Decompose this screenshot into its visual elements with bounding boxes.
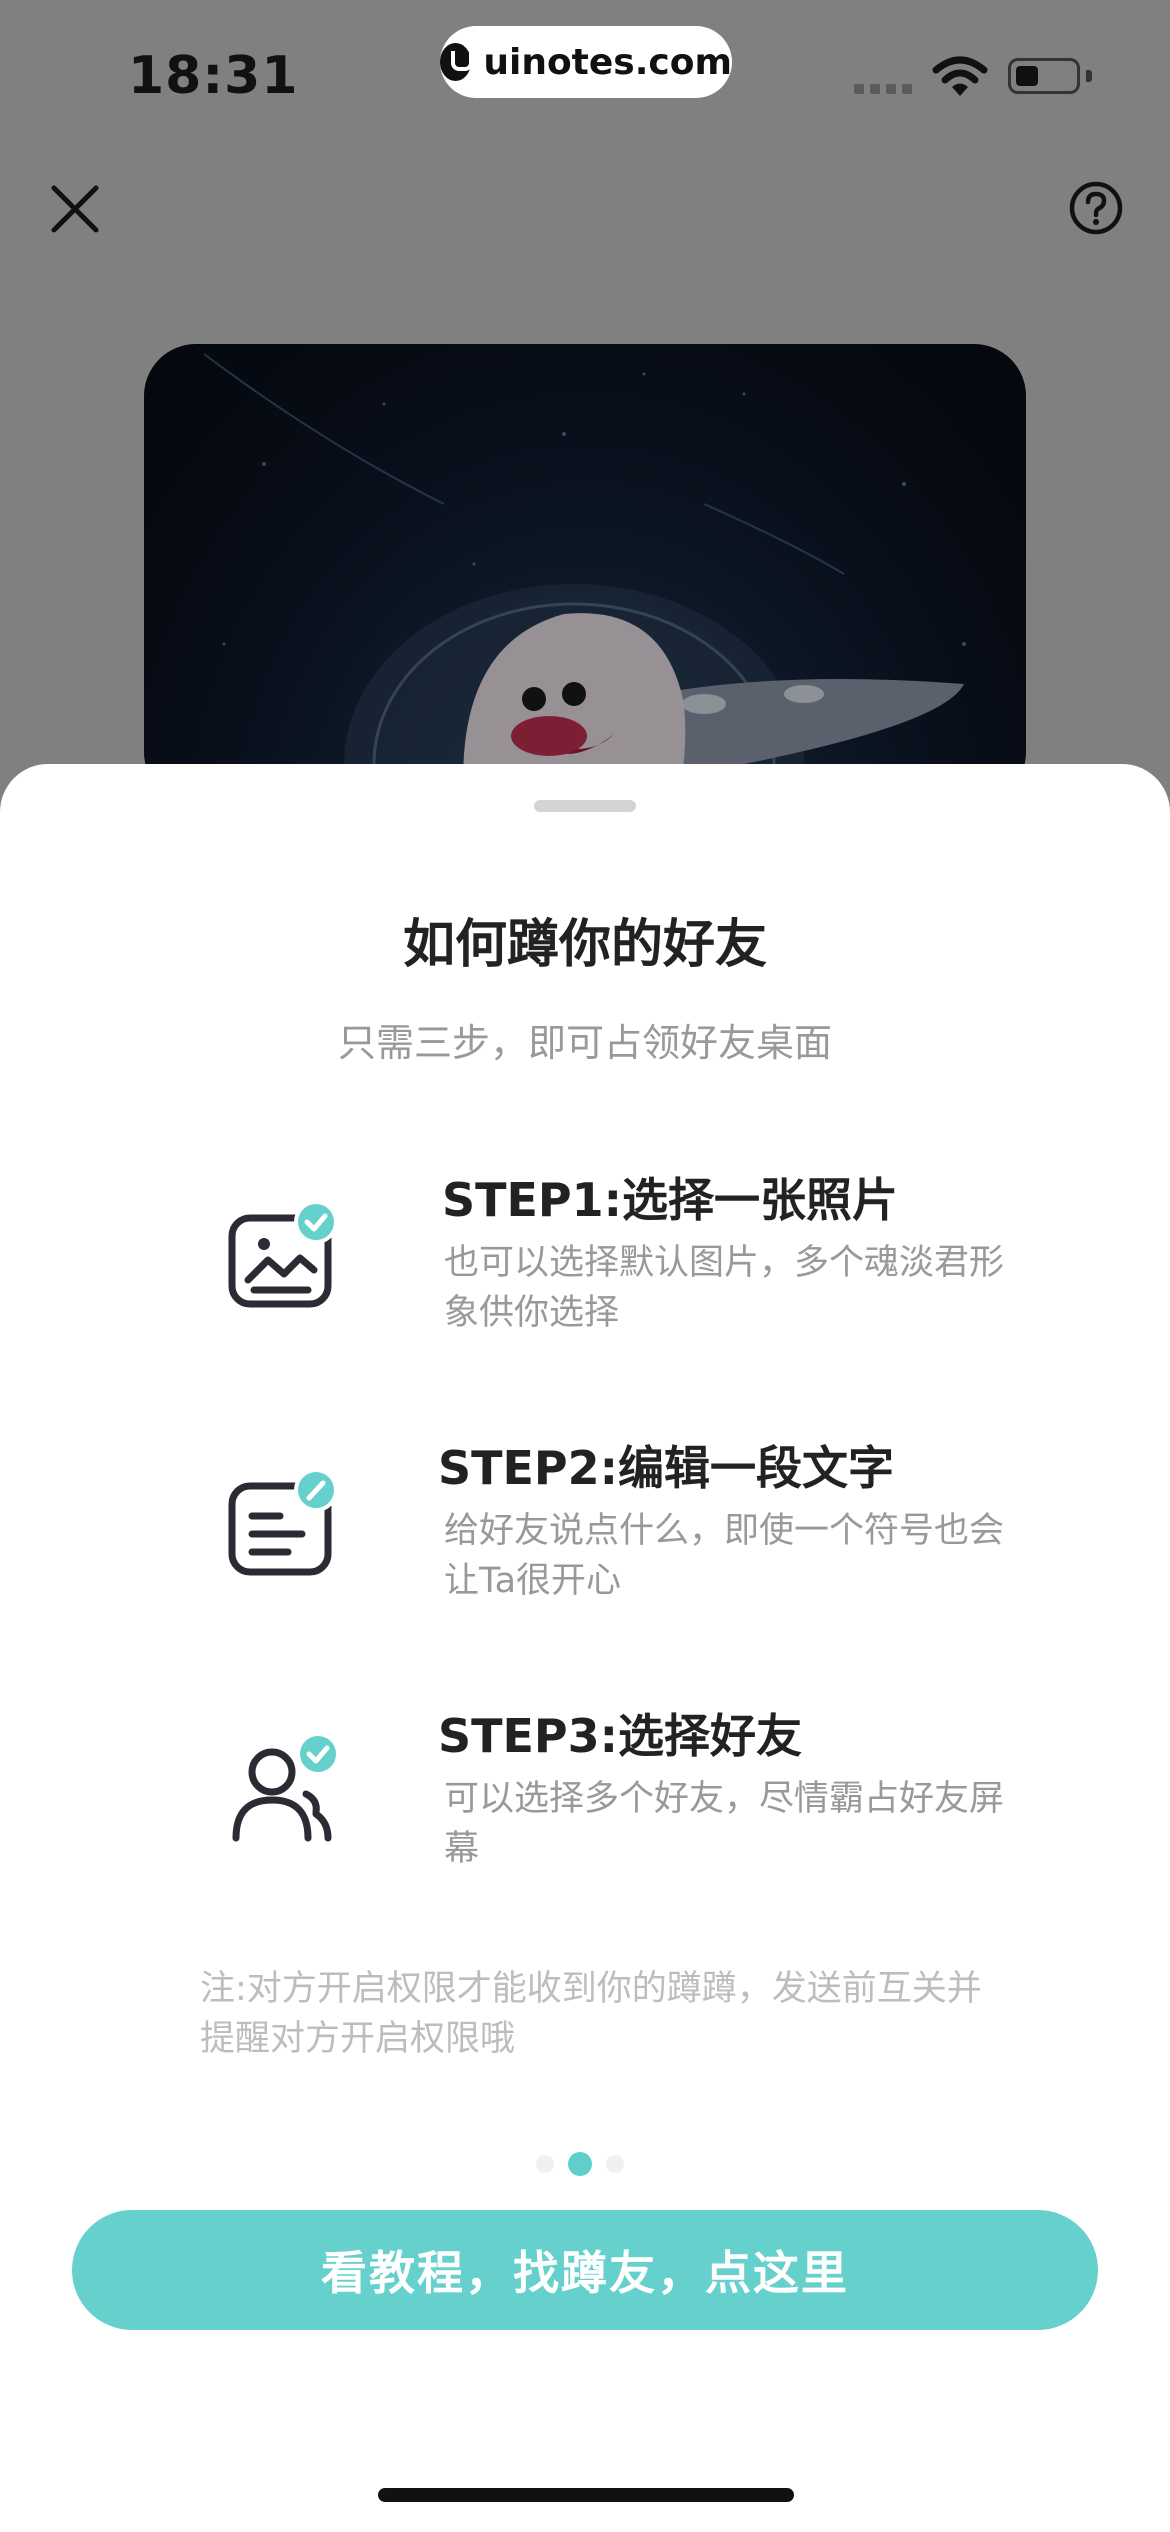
step-description: 也可以选择默认图片，多个魂淡君形象供你选择: [444, 1243, 1005, 1333]
help-icon[interactable]: [1068, 180, 1124, 236]
close-icon[interactable]: [44, 178, 106, 240]
sheet-subtitle: 只需三步，即可占领好友桌面: [337, 1021, 832, 1065]
step-description: 可以选择多个好友，尽情霸占好友屏幕: [444, 1779, 1005, 1869]
sheet-drag-handle[interactable]: [534, 800, 636, 812]
wifi-icon: [932, 56, 988, 96]
step-item: STEP2:编辑一段文字 给好友说点什么，即使一个符号也会让Ta很开心: [0, 1432, 1170, 1662]
permission-note: 注:对方开启权限才能收到你的蹲蹲，发送前互关并提醒对方开启权限哦: [200, 1969, 982, 2059]
signal-icon: [854, 84, 912, 94]
bottom-sheet: 如何蹲你的好友 只需三步，即可占领好友桌面 STEP1:选择一张照片 也可以选择…: [0, 764, 1170, 2532]
friends-check-icon: [232, 1734, 340, 1842]
battery-icon: [1008, 58, 1080, 94]
step-title: STEP1:选择一张照片: [442, 1173, 899, 1227]
home-indicator: [378, 2488, 794, 2502]
pager-dot[interactable]: [536, 2155, 554, 2173]
status-time: 18:31: [128, 46, 299, 106]
url-text: uinotes.com: [483, 41, 732, 83]
tutorial-button[interactable]: 看教程，找蹲友，点这里: [72, 2210, 1098, 2330]
step-description: 给好友说点什么，即使一个符号也会让Ta很开心: [444, 1511, 1005, 1601]
text-edit-icon: [228, 1468, 338, 1576]
step-title: STEP3:选择好友: [438, 1709, 803, 1763]
sheet-title: 如何蹲你的好友: [402, 915, 767, 975]
step-item: STEP1:选择一张照片 也可以选择默认图片，多个魂淡君形象供你选择: [0, 1164, 1170, 1394]
status-bar: 18:31 uinotes.com: [0, 0, 1170, 150]
site-logo-icon: [440, 43, 474, 81]
step-item: STEP3:选择好友 可以选择多个好友，尽情霸占好友屏幕: [0, 1700, 1170, 1930]
hero-illustration: [144, 344, 1026, 804]
battery-cap: [1086, 70, 1092, 82]
pager-dots: [536, 2152, 624, 2176]
hero-dim-overlay: [144, 344, 1026, 804]
step-title: STEP2:编辑一段文字: [438, 1441, 895, 1495]
pager-dot-active[interactable]: [568, 2152, 592, 2176]
image-check-icon: [228, 1200, 338, 1308]
pager-dot[interactable]: [606, 2155, 624, 2173]
url-pill[interactable]: uinotes.com: [440, 26, 732, 98]
